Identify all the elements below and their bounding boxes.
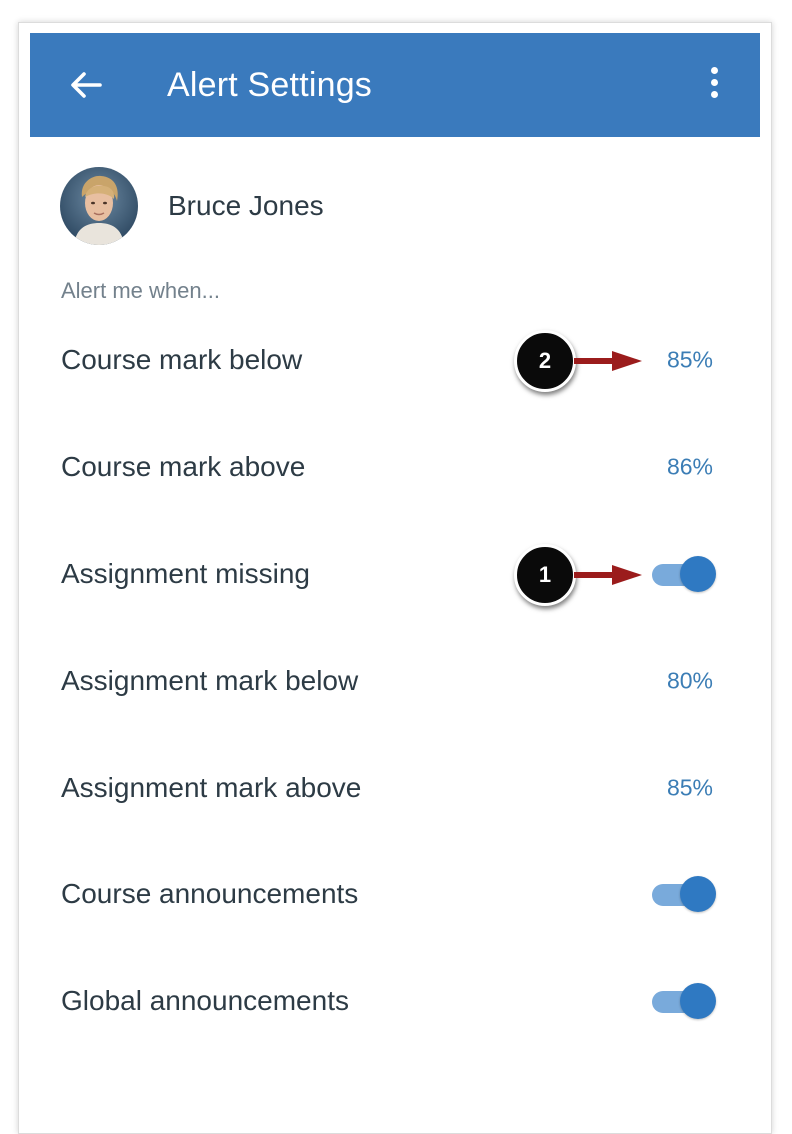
page-title: Alert Settings	[167, 66, 373, 104]
alert-label: Course mark below	[61, 344, 303, 375]
alert-row-assignment-mark-above[interactable]: Assignment mark above 85%	[61, 758, 716, 818]
toggle-switch[interactable]	[652, 876, 716, 912]
alert-row-global-announcements[interactable]: Global announcements	[61, 971, 716, 1031]
toggle-switch[interactable]	[652, 983, 716, 1019]
alert-label: Assignment mark above	[61, 772, 362, 803]
app-bar: Alert Settings	[30, 33, 760, 137]
callout-badge: 2	[514, 330, 576, 392]
callout-arrow-icon	[574, 351, 642, 371]
alert-label: Global announcements	[61, 985, 349, 1016]
alert-row-assignment-mark-below[interactable]: Assignment mark below 80%	[61, 651, 716, 711]
threshold-value[interactable]: 80%	[667, 668, 713, 695]
arrow-left-icon[interactable]	[66, 65, 106, 105]
threshold-value[interactable]: 85%	[667, 347, 713, 374]
threshold-value[interactable]: 86%	[667, 454, 713, 481]
alert-label: Course announcements	[61, 878, 359, 909]
alert-label: Assignment missing	[61, 558, 310, 589]
alert-label: Assignment mark below	[61, 665, 359, 696]
more-vertical-icon[interactable]	[708, 67, 720, 107]
alert-row-course-mark-above[interactable]: Course mark above 86%	[61, 437, 716, 497]
student-name: Bruce Jones	[168, 190, 324, 221]
section-label: Alert me when...	[61, 278, 220, 303]
callout-arrow-icon	[574, 565, 642, 585]
alert-row-course-announcements[interactable]: Course announcements	[61, 864, 716, 924]
threshold-value[interactable]: 85%	[667, 775, 713, 802]
student-header: Bruce Jones	[60, 166, 324, 246]
callout-1: 1	[514, 540, 644, 610]
alert-label: Course mark above	[61, 451, 306, 482]
callout-2: 2	[514, 326, 644, 396]
callout-badge: 1	[514, 544, 576, 606]
toggle-switch[interactable]	[652, 556, 716, 592]
avatar	[60, 167, 138, 245]
